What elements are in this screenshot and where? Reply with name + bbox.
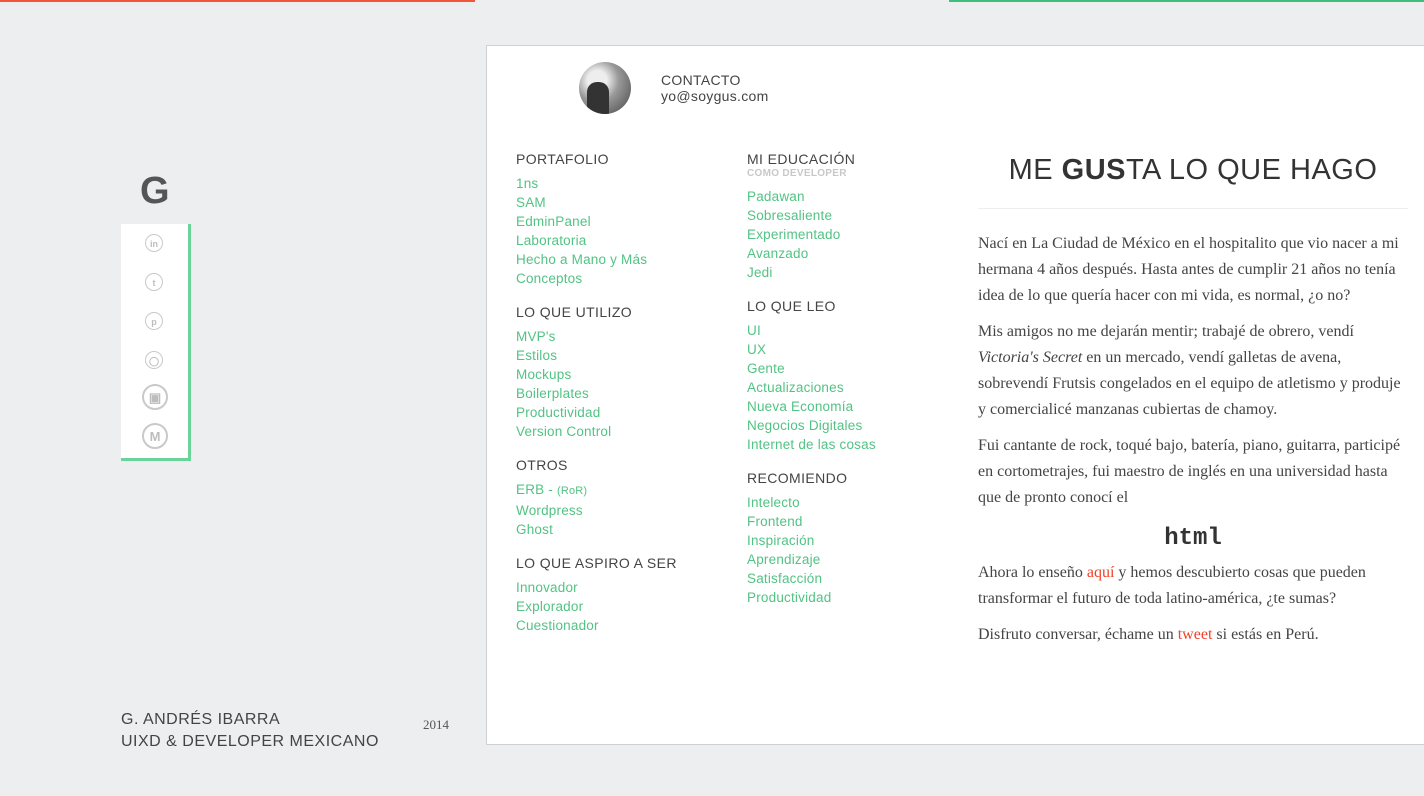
recommend-link[interactable]: Aprendizaje — [747, 550, 967, 569]
paragraph-4: Ahora lo enseño aquí y hemos descubierto… — [978, 560, 1408, 612]
p4-text-a: Ahora lo enseño — [978, 564, 1087, 581]
education-link[interactable]: Experimentado — [747, 225, 967, 244]
github-icon[interactable]: ◯ — [145, 351, 163, 369]
linkedin-icon[interactable]: in — [145, 234, 163, 252]
portfolio-link[interactable]: SAM — [516, 193, 736, 212]
p5-text-b: si estás en Perú. — [1212, 626, 1319, 643]
tools-section: LO QUE UTILIZO MVP's Estilos Mockups Boi… — [516, 304, 736, 441]
p5-text-a: Disfruto conversar, échame un — [978, 626, 1178, 643]
section-title: LO QUE UTILIZO — [516, 304, 633, 320]
top-accent-green — [949, 0, 1424, 2]
aspire-link[interactable]: Innovador — [516, 578, 736, 597]
tools-link[interactable]: Productividad — [516, 403, 736, 422]
reading-link[interactable]: UI — [747, 321, 967, 340]
tools-link[interactable]: MVP's — [516, 327, 736, 346]
portfolio-section: PORTAFOLIO 1ns SAM EdminPanel Laboratori… — [516, 151, 736, 288]
others-link-erb[interactable]: ERB - (RoR) — [516, 480, 736, 501]
section-title: LO QUE LEO — [747, 298, 836, 314]
education-link[interactable]: Avanzado — [747, 244, 967, 263]
paragraph-3: Fui cantante de rock, toqué bajo, baterí… — [978, 437, 1401, 506]
reading-link[interactable]: UX — [747, 340, 967, 359]
nav-column-2: MI EDUCACIÓN COMO DEVELOPER Padawan Sobr… — [747, 151, 967, 623]
section-title: OTROS — [516, 457, 568, 473]
reading-link[interactable]: Internet de las cosas — [747, 435, 967, 454]
reading-link[interactable]: Actualizaciones — [747, 378, 967, 397]
tools-link[interactable]: Version Control — [516, 422, 736, 441]
instagram-icon[interactable]: ▣ — [142, 384, 168, 410]
portfolio-link[interactable]: Hecho a Mano y Más — [516, 250, 736, 269]
tweet-link[interactable]: tweet — [1178, 626, 1213, 643]
content-panel: CONTACTO yo@soygus.com PORTAFOLIO 1ns SA… — [486, 45, 1424, 745]
section-title: RECOMIENDO — [747, 470, 848, 486]
education-link[interactable]: Padawan — [747, 187, 967, 206]
aspire-link[interactable]: Explorador — [516, 597, 736, 616]
reading-link[interactable]: Nueva Economía — [747, 397, 967, 416]
social-links: in t p ◯ ▣ M — [121, 224, 191, 461]
copyright-year: 2014 — [423, 717, 449, 732]
others-section: OTROS ERB - (RoR) Wordpress Ghost — [516, 457, 736, 539]
section-title: LO QUE ASPIRO A SER — [516, 555, 677, 571]
author-role: UIXD & DEVELOPER MEXICANO — [121, 733, 379, 750]
tools-link[interactable]: Estilos — [516, 346, 736, 365]
pinterest-icon[interactable]: p — [145, 312, 163, 330]
paragraph-2: Mis amigos no me dejarán mentir; trabajé… — [978, 319, 1408, 423]
erb-label: ERB - — [516, 482, 554, 497]
headline-bold: GUS — [1061, 154, 1126, 186]
author-info: G. ANDRÉS IBARRA UIXD & DEVELOPER MEXICA… — [121, 709, 379, 753]
portfolio-link[interactable]: Laboratoria — [516, 231, 736, 250]
top-accent-red — [0, 0, 475, 2]
recommend-section: RECOMIENDO Intelecto Frontend Inspiració… — [747, 470, 967, 607]
tools-link[interactable]: Boilerplates — [516, 384, 736, 403]
ror-label: (RoR) — [556, 485, 588, 497]
page-title: ME GUSTA LO QUE HAGO — [978, 154, 1408, 187]
section-subtitle: COMO DEVELOPER — [747, 168, 847, 179]
others-link[interactable]: Wordpress — [516, 501, 736, 520]
headline-pre: ME — [1008, 154, 1062, 186]
aspire-link[interactable]: Cuestionador — [516, 616, 736, 635]
about-article: ME GUSTA LO QUE HAGO Nací en La Ciudad d… — [978, 151, 1408, 658]
medium-icon[interactable]: M — [142, 423, 168, 449]
reading-link[interactable]: Negocios Digitales — [747, 416, 967, 435]
portfolio-link[interactable]: EdminPanel — [516, 212, 736, 231]
reading-section: LO QUE LEO UI UX Gente Actualizaciones N… — [747, 298, 967, 454]
education-link[interactable]: Jedi — [747, 263, 967, 282]
p2-text-a: Mis amigos no me dejarán mentir; trabajé… — [978, 323, 1354, 340]
reading-link[interactable]: Gente — [747, 359, 967, 378]
recommend-link[interactable]: Productividad — [747, 588, 967, 607]
education-section: MI EDUCACIÓN COMO DEVELOPER Padawan Sobr… — [747, 151, 967, 282]
headline-post: TA LO QUE HAGO — [1126, 154, 1378, 186]
contact-email[interactable]: yo@soygus.com — [661, 88, 769, 104]
twitter-icon[interactable]: t — [145, 273, 163, 291]
tools-link[interactable]: Mockups — [516, 365, 736, 384]
education-link[interactable]: Sobresaliente — [747, 206, 967, 225]
recommend-link[interactable]: Inspiración — [747, 531, 967, 550]
section-title: PORTAFOLIO — [516, 151, 609, 167]
site-logo[interactable]: G — [140, 170, 170, 213]
recommend-link[interactable]: Frontend — [747, 512, 967, 531]
contact-label: CONTACTO — [661, 72, 741, 88]
avatar — [579, 62, 631, 114]
portfolio-link[interactable]: 1ns — [516, 174, 736, 193]
portfolio-link[interactable]: Conceptos — [516, 269, 736, 288]
html-keyword: html — [1164, 525, 1222, 552]
p2-emphasis: Victoria's Secret — [978, 349, 1083, 366]
section-title: MI EDUCACIÓN — [747, 151, 856, 167]
divider — [978, 208, 1408, 209]
nav-column-1: PORTAFOLIO 1ns SAM EdminPanel Laboratori… — [516, 151, 736, 651]
aqui-link[interactable]: aquí — [1087, 564, 1115, 581]
others-link[interactable]: Ghost — [516, 520, 736, 539]
recommend-link[interactable]: Satisfacción — [747, 569, 967, 588]
aspire-section: LO QUE ASPIRO A SER Innovador Explorador… — [516, 555, 736, 635]
contact-block: CONTACTO yo@soygus.com — [661, 72, 769, 104]
author-name: G. ANDRÉS IBARRA — [121, 711, 281, 728]
recommend-link[interactable]: Intelecto — [747, 493, 967, 512]
paragraph-5: Disfruto conversar, échame un tweet si e… — [978, 622, 1408, 648]
paragraph-1: Nací en La Ciudad de México en el hospit… — [978, 235, 1399, 304]
